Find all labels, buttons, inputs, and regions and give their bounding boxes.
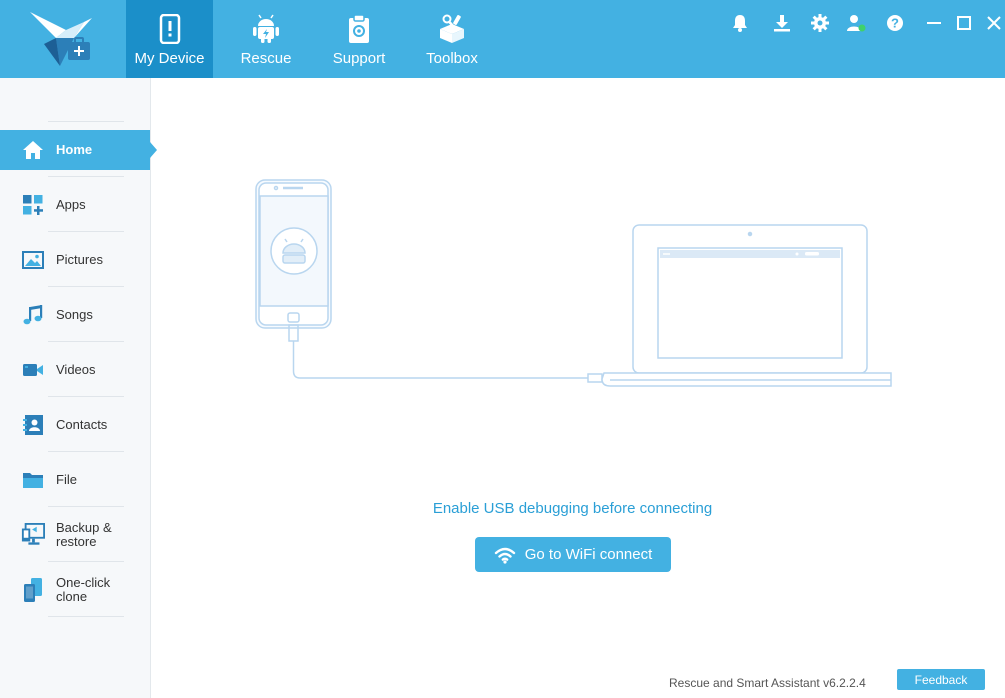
tab-label: Support: [332, 50, 386, 67]
laptop-illustration: [601, 224, 892, 387]
tab-label: Toolbox: [426, 50, 478, 67]
music-icon: [21, 303, 45, 327]
divider: [48, 561, 124, 562]
clipboard-icon: [344, 14, 374, 44]
divider: [48, 286, 124, 287]
divider: [48, 506, 124, 507]
sidebar-item-songs[interactable]: Songs: [0, 295, 150, 335]
feedback-button[interactable]: Feedback: [897, 669, 985, 690]
wifi-connect-label: Go to WiFi connect: [524, 546, 653, 563]
usb-debugging-hint: Enable USB debugging before connecting: [432, 500, 713, 517]
active-indicator: [150, 142, 157, 158]
sidebar-item-file[interactable]: File: [0, 460, 150, 500]
gear-icon[interactable]: [809, 12, 831, 34]
sidebar-item-one-click-clone[interactable]: One-click clone: [0, 570, 150, 610]
sidebar-item-backup-restore[interactable]: Backup & restore: [0, 515, 150, 555]
divider: [48, 451, 124, 452]
close-icon[interactable]: [983, 12, 1005, 34]
video-icon: [21, 358, 45, 382]
sidebar-item-label: Backup & restore: [56, 520, 112, 549]
folder-icon: [21, 468, 45, 492]
divider: [48, 396, 124, 397]
tab-toolbox[interactable]: Toolbox: [409, 0, 495, 78]
top-bar: My Device Rescue Support Toolbox ?: [0, 0, 1005, 78]
app-logo: [26, 8, 98, 70]
divider: [48, 121, 124, 122]
android-icon: [251, 14, 281, 44]
wifi-icon: [494, 546, 516, 564]
maximize-icon[interactable]: [953, 12, 975, 34]
bell-icon[interactable]: [729, 12, 751, 34]
help-icon[interactable]: ?: [884, 12, 906, 34]
home-icon: [21, 138, 45, 162]
backup-icon: [21, 523, 45, 547]
toolbox-icon: [437, 14, 467, 44]
wifi-connect-button[interactable]: Go to WiFi connect: [475, 537, 671, 572]
sidebar-item-label: Home: [56, 142, 93, 157]
sidebar: Home Apps Pictures Songs Videos Contacts…: [0, 78, 157, 698]
user-icon[interactable]: [845, 12, 867, 34]
sidebar-item-label: Contacts: [56, 417, 108, 432]
download-icon[interactable]: [771, 12, 793, 34]
contacts-icon: [21, 413, 45, 437]
minimize-icon[interactable]: [923, 12, 945, 34]
sidebar-item-label: File: [56, 472, 77, 487]
sidebar-item-contacts[interactable]: Contacts: [0, 405, 150, 445]
tab-rescue[interactable]: Rescue: [223, 0, 309, 78]
pictures-icon: [21, 248, 45, 272]
sidebar-item-label: Pictures: [56, 252, 103, 267]
divider: [48, 231, 124, 232]
sidebar-item-home[interactable]: Home: [0, 130, 157, 170]
sidebar-item-label: Apps: [56, 197, 86, 212]
divider: [48, 176, 124, 177]
tab-support[interactable]: Support: [316, 0, 402, 78]
divider: [48, 616, 124, 617]
tab-label: Rescue: [240, 50, 292, 67]
sidebar-item-pictures[interactable]: Pictures: [0, 240, 150, 280]
clone-icon: [21, 578, 45, 602]
app-version: Rescue and Smart Assistant v6.2.2.4: [669, 676, 866, 690]
sidebar-item-label: Songs: [56, 307, 93, 322]
sidebar-item-label: Videos: [56, 362, 96, 377]
usb-connection-illustration: [250, 175, 900, 395]
sidebar-item-videos[interactable]: Videos: [0, 350, 150, 390]
phone-alert-icon: [155, 14, 185, 44]
divider: [48, 341, 124, 342]
sidebar-item-apps[interactable]: Apps: [0, 185, 150, 225]
svg-text:?: ?: [891, 16, 899, 31]
tab-label: My Device: [134, 50, 205, 67]
phone-illustration: [255, 179, 612, 383]
tab-my-device[interactable]: My Device: [126, 0, 213, 78]
apps-icon: [21, 193, 45, 217]
sidebar-item-label: One-click clone: [56, 575, 111, 604]
app-window: My Device Rescue Support Toolbox ? Home …: [0, 0, 1005, 698]
